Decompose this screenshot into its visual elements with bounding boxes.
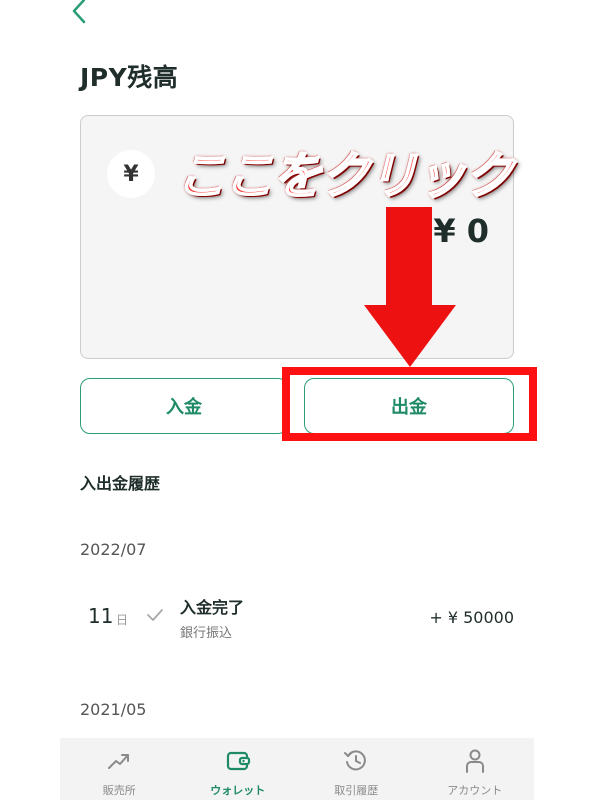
nav-item-history[interactable]: 取引履歴 xyxy=(301,738,411,798)
history-title: 入出金履歴 xyxy=(80,474,161,493)
transaction-day: 11 xyxy=(88,604,114,628)
page-title: JPY残高 xyxy=(80,63,179,92)
transaction-amount: + ¥ 50000 xyxy=(429,608,514,627)
wallet-icon xyxy=(226,751,250,771)
nav-label: アカウント xyxy=(447,784,503,797)
chevron-left-icon xyxy=(72,0,86,24)
arrow-down-icon xyxy=(364,207,456,367)
nav-label: 取引履歴 xyxy=(334,784,379,797)
history-icon xyxy=(344,750,367,771)
person-icon xyxy=(465,749,484,773)
nav-item-exchange[interactable]: 販売所 xyxy=(64,738,174,798)
transaction-title: 入金完了 xyxy=(180,598,245,617)
nav-label: 販売所 xyxy=(102,784,136,797)
month-label: 2021/05 xyxy=(80,700,147,719)
bottom-nav: 販売所 ウォレット 取引履歴 アカウント xyxy=(60,738,534,800)
nav-item-account[interactable]: アカウント xyxy=(420,738,530,798)
transaction-day-unit: 日 xyxy=(116,613,129,627)
nav-item-wallet[interactable]: ウォレット xyxy=(183,738,293,798)
month-label: 2022/07 xyxy=(80,540,147,559)
nav-label: ウォレット xyxy=(210,784,266,797)
transaction-row[interactable]: 11 日 入金完了 銀行振込 + ¥ 50000 xyxy=(80,590,514,650)
back-button[interactable] xyxy=(64,0,98,28)
click-here-annotation: ここをクリック xyxy=(175,146,515,206)
transaction-method: 銀行振込 xyxy=(180,626,233,641)
trend-icon xyxy=(108,754,130,769)
highlight-box xyxy=(282,367,537,441)
checkmark-icon xyxy=(147,609,163,621)
yen-icon: ¥ xyxy=(107,150,155,198)
deposit-button[interactable]: 入金 xyxy=(80,378,288,434)
